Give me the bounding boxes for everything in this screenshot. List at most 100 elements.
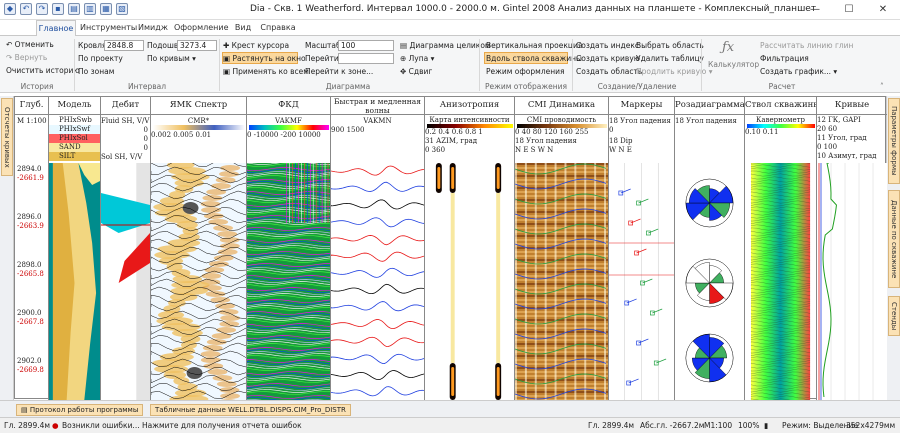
settings-icon[interactable]: ▧ [116,3,128,15]
status-depth: Гл. 2899.4м [4,421,51,430]
scale-label: 0 [143,135,148,143]
print-icon[interactable]: ▤ [68,3,80,15]
depth-md-label: 2902.0 [17,357,42,365]
flow-plot [101,163,150,400]
design-mode-button[interactable]: Режим оформления [486,67,565,76]
track-flow: Дебит Fluid SH, V/V 0 0 0 Sol SH, V/V [101,97,151,400]
tab-view[interactable]: Вид [232,20,254,36]
group-calc-label: Расчет [768,82,796,91]
tab-table-data[interactable]: Табличные данные WELL.DTBL.DISPG.CIM_Pro… [150,404,351,416]
sidebar-tab-well-data[interactable]: Данные по скважине [888,190,900,288]
depth-md-label: 2896.0 [17,213,42,221]
maximize-button[interactable]: ☐ [832,0,866,20]
depth-md-label: 2894.0 [17,165,42,173]
fx-icon: ƒx [722,40,735,55]
track-header: ФКД [247,97,330,115]
goto-zone-button[interactable]: Перейти к зоне... [305,67,373,76]
fkd-plot [247,163,330,400]
by-curves-button[interactable]: По кривым ▾ [147,54,196,63]
by-zones-button[interactable]: По зонам [78,67,114,76]
status-depth2: Гл. 2899.4м [588,421,635,430]
scale-label: 18 Угол падения [675,117,737,125]
lens-button[interactable]: ⊕ Лупа ▾ [400,54,434,63]
depth-tvd-label: -2665.8 [17,270,44,278]
stretch-window-button[interactable]: ▣ Растянуть на окно [223,54,306,63]
log-panel[interactable]: Глуб. М 1:100 2894.0 -2661.9 2896.0 -2663.9… [14,96,887,400]
tab-image[interactable]: Имидж [136,20,170,36]
scale-label: 0 100 [817,143,838,151]
roof-input[interactable]: 2848.8 [104,40,144,51]
scale-select[interactable]: 100 [338,40,394,51]
status-size: 352x4279мм [846,421,896,430]
track-header: Быстрая и медленная волны [331,97,424,115]
tab-main[interactable]: Главное [36,20,76,36]
legend-item: SILT [49,152,100,161]
select-area-button[interactable]: Выбрать область [636,41,704,50]
legend-item: PHIxSwb [49,116,100,125]
shift-button[interactable]: ✥ Сдвиг [400,67,432,76]
depth-md-label: 2900.0 [17,309,42,317]
scale-label: 0 360 [425,146,446,154]
tab-tools[interactable]: Инструменты [80,20,137,36]
export-icon[interactable]: ▦ [100,3,112,15]
color-scale [249,125,329,130]
goto-input[interactable] [338,53,394,64]
calculator-button[interactable]: Калькулятор [708,60,759,69]
scale-label: W N E [609,146,632,154]
scale-label: 900 1500 [331,126,365,134]
save-icon[interactable]: ▪ [52,3,64,15]
markers-plot [609,163,674,400]
collapse-ribbon-icon[interactable]: ˄ [880,82,884,91]
minimize-button[interactable]: — [798,0,832,20]
apply-all-button[interactable]: ▣ Применять ко всем [223,67,309,76]
sidebar-tab-stands[interactable]: Стенды [888,296,900,336]
left-sidebar: Отсчеты кривых [0,96,14,400]
sole-input[interactable]: 3273.4 [177,40,217,51]
calc-clay-line-button[interactable]: Рассчитать линию глин [760,41,853,50]
status-abs-depth: Абс.гл. -2667.2м [640,421,705,430]
create-area-button[interactable]: Создать область [576,67,642,76]
track-nmr: ЯМК Спектр CMR* 0.002 0.005 0.01 [151,97,247,400]
scale-label: N E S W N [515,146,554,154]
scale-label: Карта интенсивности [429,116,510,124]
clear-history-button[interactable]: Очистить историю [6,66,80,75]
tab-program-log[interactable]: ▤ Протокол работы программы [16,404,144,416]
scale-label: 18 Угол падения [515,137,577,145]
wellbore-plot [745,163,811,400]
status-bar: Гл. 2899.4м ● Возникли ошибки... Нажмите… [0,417,900,433]
sidebar-tab-curve-readings[interactable]: Отсчеты кривых [1,98,13,176]
whole-diagram-button[interactable]: ▤ Диаграмма целиком [400,41,491,50]
ribbon-tabs: Главное Инструменты Имидж Оформление Вид… [0,20,900,36]
tab-help[interactable]: Справка [258,20,298,36]
create-index-button[interactable]: Создать индекс [576,41,639,50]
open-icon[interactable]: ▥ [84,3,96,15]
track-fkd: ФКД VAKMF 0 -10000 -200 10000 [247,97,331,400]
by-project-button[interactable]: По проекту [78,54,123,63]
status-scale: М1:100 [704,421,733,430]
undo-icon[interactable]: ↶ [20,3,32,15]
status-error-link[interactable]: Возникли ошибки... Нажмите для получения… [62,418,302,433]
scale-label: 11 Угол, град [817,134,867,142]
create-curve-button[interactable]: Создать кривую [576,54,640,63]
trash-icon[interactable]: ▮ [764,418,768,433]
vertical-projection-button[interactable]: Вертикальная проекция [486,41,582,50]
scale-label: Fluid SH, V/V [101,117,150,125]
redo-button[interactable]: ↷ Вернуть [6,53,47,62]
undo-button[interactable]: ↶ Отменить [6,40,54,49]
depth-tvd-label: -2663.9 [17,222,44,230]
scale-label: 20 60 [817,125,838,133]
error-icon: ● [52,421,59,430]
create-graph-button[interactable]: Создать график... ▾ [760,67,837,76]
redo-icon[interactable]: ↷ [36,3,48,15]
delete-table-button[interactable]: Удалить таблицу [636,54,704,63]
color-scale [153,125,245,130]
scale-label: 31 AZIM, град [425,137,478,145]
close-button[interactable]: ✕ [866,0,900,20]
depth-tvd-label: -2669.8 [17,366,44,374]
filter-button[interactable]: Фильтрация [760,54,809,63]
along-wellbore-button[interactable]: Вдоль ствола скважины [486,54,582,63]
tab-design[interactable]: Оформление [174,20,229,36]
sidebar-tab-form-params[interactable]: Параметры формы [888,98,900,184]
track-waves: Быстрая и медленная волны VAKMN 900 1500 [331,97,425,400]
cursor-cross-button[interactable]: ✚ Крест курсора [223,41,289,50]
